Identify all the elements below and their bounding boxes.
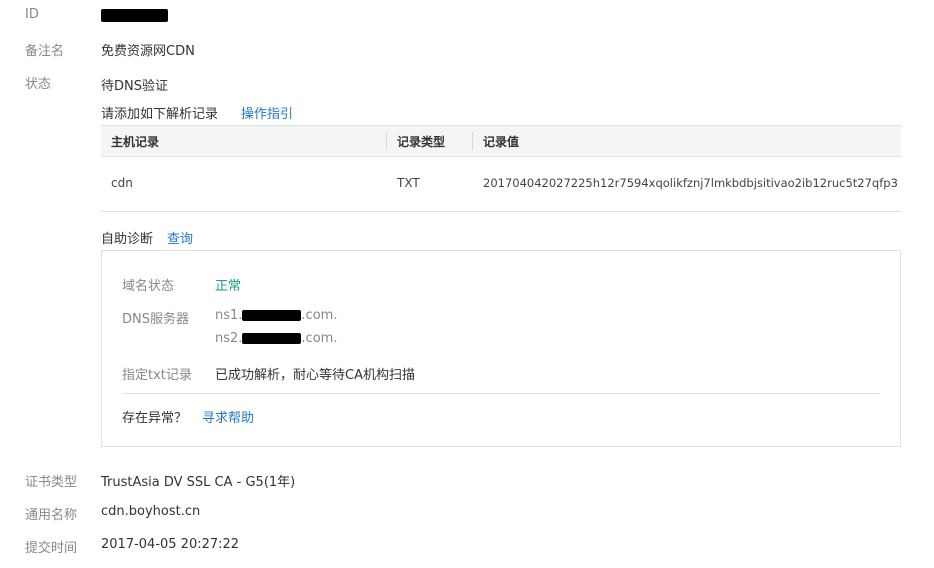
cell-type: TXT	[397, 176, 420, 190]
remark-value: 免费资源网CDN	[101, 44, 195, 59]
dns-table-header: 主机记录 记录类型 记录值	[101, 125, 901, 157]
column-divider	[472, 132, 473, 150]
id-value-redacted	[101, 9, 168, 26]
cell-value: 201704042027225h12r7594xqolikfznj7lmkbdb…	[483, 176, 898, 190]
divider	[122, 393, 880, 394]
remark-label: 备注名	[25, 44, 65, 59]
cert-type-label: 证书类型	[25, 475, 78, 490]
txt-record-label: 指定txt记录	[122, 368, 192, 383]
domain-status-label: 域名状态	[122, 279, 175, 294]
common-name-value: cdn.boyhost.cn	[101, 504, 201, 519]
help-question: 存在异常？	[122, 411, 188, 426]
operation-guide-link[interactable]: 操作指引	[241, 103, 293, 122]
submit-time-value: 2017-04-05 20:27:22	[101, 537, 240, 552]
seek-help-link[interactable]: 寻求帮助	[202, 407, 254, 426]
col-host-record: 主机记录	[111, 135, 160, 149]
cell-host: cdn	[111, 176, 133, 190]
id-label: ID	[25, 7, 39, 22]
status-label: 状态	[25, 77, 52, 92]
status-value: 待DNS验证	[101, 79, 168, 94]
submit-time-label: 提交时间	[25, 541, 78, 556]
dns-instruction: 请添加如下解析记录	[101, 107, 219, 122]
col-record-value: 记录值	[483, 135, 520, 149]
txt-record-value: 已成功解析，耐心等待CA机构扫描	[215, 368, 415, 383]
common-name-label: 通用名称	[25, 508, 78, 523]
dns-server-label: DNS服务器	[122, 312, 189, 327]
ns1-value: ns1. .com.	[215, 308, 338, 323]
table-row: cdn TXT 201704042027225h12r7594xqolikfzn…	[101, 157, 901, 212]
diagnosis-title: 自助诊断	[101, 232, 154, 247]
column-divider	[386, 132, 387, 150]
domain-status-value: 正常	[215, 279, 242, 294]
col-record-type: 记录类型	[397, 135, 446, 149]
ns2-value: ns2. .com.	[215, 331, 338, 346]
diagnosis-panel: 域名状态 正常 DNS服务器 ns1. .com. ns2. .com. 指定txt…	[101, 250, 901, 447]
query-link[interactable]: 查询	[167, 228, 193, 247]
cert-type-value: TrustAsia DV SSL CA - G5(1年)	[101, 475, 296, 490]
